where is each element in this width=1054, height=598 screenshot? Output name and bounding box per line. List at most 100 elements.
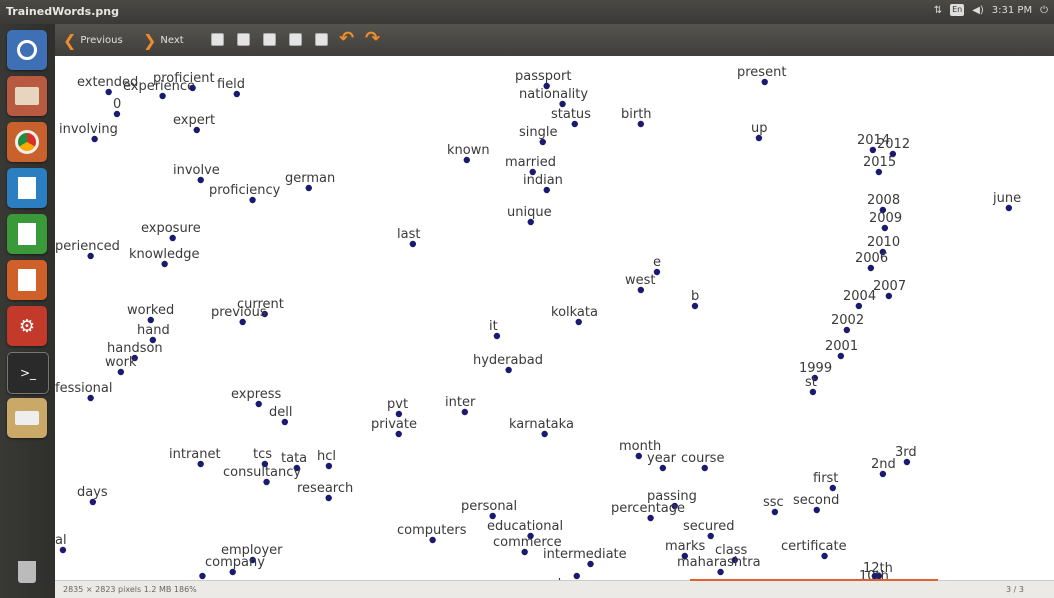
word-point: [159, 92, 166, 100]
drive-icon[interactable]: [7, 398, 47, 438]
terminal-icon[interactable]: >_: [7, 352, 49, 394]
word-label: june: [992, 191, 1021, 206]
page-count: 3 / 3: [1006, 585, 1024, 594]
word-label: hyderabad: [473, 353, 543, 368]
word-label: karnataka: [509, 417, 574, 432]
settings-icon[interactable]: ⚙: [7, 306, 47, 346]
top-panel: TrainedWords.png ⇅ En ◀) 3:31 PM ⏻: [0, 0, 1054, 24]
zoom-in-icon[interactable]: [211, 33, 224, 46]
word-point: [875, 168, 883, 176]
next-button[interactable]: ❯ Next: [143, 30, 184, 50]
word-point: [199, 572, 206, 580]
word-point: [821, 552, 828, 560]
dash-icon[interactable]: [7, 30, 47, 70]
word-label: 2001: [825, 339, 858, 354]
word-label: status: [551, 107, 591, 122]
word-label: days: [77, 485, 108, 500]
word-label: hcl: [317, 449, 336, 464]
word-point: [91, 135, 98, 143]
word-point: [239, 318, 246, 326]
word-point: [305, 184, 312, 192]
impress-icon[interactable]: [7, 260, 47, 300]
word-point: [263, 478, 270, 486]
word-point: [229, 568, 236, 576]
word-label: express: [231, 387, 282, 402]
word-label: involve: [173, 163, 220, 178]
word-point: [325, 462, 333, 470]
word-label: exposure: [141, 221, 201, 236]
chrome-icon[interactable]: [7, 122, 47, 162]
word-label: consultancy: [223, 465, 301, 480]
volume-icon[interactable]: ◀): [972, 5, 984, 16]
image-info: 2835 × 2823 pixels 1.2 MB 186%: [63, 585, 197, 594]
word-label: intranet: [169, 447, 221, 462]
language-indicator-icon[interactable]: En: [950, 4, 965, 16]
trash-icon[interactable]: [7, 552, 47, 592]
word-point: [879, 470, 887, 478]
word-point: [505, 366, 512, 374]
word-point: [867, 264, 875, 272]
word-label: 1999: [799, 361, 832, 376]
word-point: [105, 88, 112, 96]
word-label: dell: [269, 405, 292, 420]
word-point: [771, 508, 779, 516]
word-point: [885, 292, 893, 300]
zoom-out-icon[interactable]: [237, 33, 250, 46]
word-point: [637, 286, 645, 294]
chevron-left-icon: ❮: [63, 30, 77, 50]
word-label: tcs: [253, 447, 272, 462]
word-point: [87, 252, 94, 260]
clock[interactable]: 3:31 PM: [992, 5, 1032, 16]
word-label: inter: [445, 395, 476, 410]
keyboard-indicator-icon[interactable]: ⇅: [934, 5, 942, 16]
calc-icon[interactable]: [7, 214, 47, 254]
word-point: [755, 134, 763, 142]
word-point: [113, 110, 121, 118]
word-point: [189, 84, 196, 92]
word-label: 2006: [855, 251, 888, 266]
word-point: [701, 464, 708, 472]
word-label: percentage: [611, 501, 685, 516]
power-icon[interactable]: ⏻: [1040, 5, 1048, 16]
word-point: [691, 302, 699, 310]
previous-button[interactable]: ❮ Previous: [63, 30, 123, 50]
word-label: up: [751, 121, 768, 136]
word-label: 2015: [863, 155, 896, 170]
rotate-left-icon[interactable]: ↶: [339, 28, 354, 49]
word-label: maharashtra: [677, 555, 761, 570]
files-icon[interactable]: [7, 76, 47, 116]
word-point: [637, 120, 644, 128]
word-point: [659, 464, 667, 472]
word-label: year: [647, 451, 677, 466]
word-point: [761, 78, 768, 86]
word-point: [539, 138, 546, 146]
word-point: [813, 506, 820, 514]
word-point: [87, 394, 94, 402]
word-label: perienced: [55, 239, 120, 254]
word-label: first: [813, 471, 838, 486]
word-embedding-scatter: extended0experienceproficient fieldinvolv…: [55, 65, 1021, 580]
word-label: 2008: [867, 193, 900, 208]
rotate-right-icon[interactable]: ↷: [365, 28, 380, 49]
writer-icon[interactable]: [7, 168, 47, 208]
word-label: west: [625, 273, 656, 288]
word-point: [493, 332, 501, 340]
word-point: [281, 418, 289, 426]
word-point: [869, 146, 877, 154]
word-label: computers: [397, 523, 467, 538]
word-label: personal: [461, 499, 517, 514]
word-label: 0: [113, 97, 121, 112]
fullscreen-icon[interactable]: [315, 33, 328, 46]
word-label: handson: [107, 341, 163, 356]
word-label: present: [737, 65, 786, 80]
image-canvas[interactable]: extended 0 experience proficient field involv…: [55, 56, 1054, 580]
word-label: 3rd: [895, 445, 917, 460]
word-label: marks: [665, 539, 706, 554]
best-fit-icon[interactable]: [289, 33, 302, 46]
word-label: previous: [211, 305, 267, 320]
previous-label: Previous: [80, 34, 123, 46]
word-label: proficiency: [209, 183, 281, 198]
zoom-normal-icon[interactable]: [263, 33, 276, 46]
word-label: b: [691, 289, 699, 304]
word-point: [409, 240, 417, 248]
